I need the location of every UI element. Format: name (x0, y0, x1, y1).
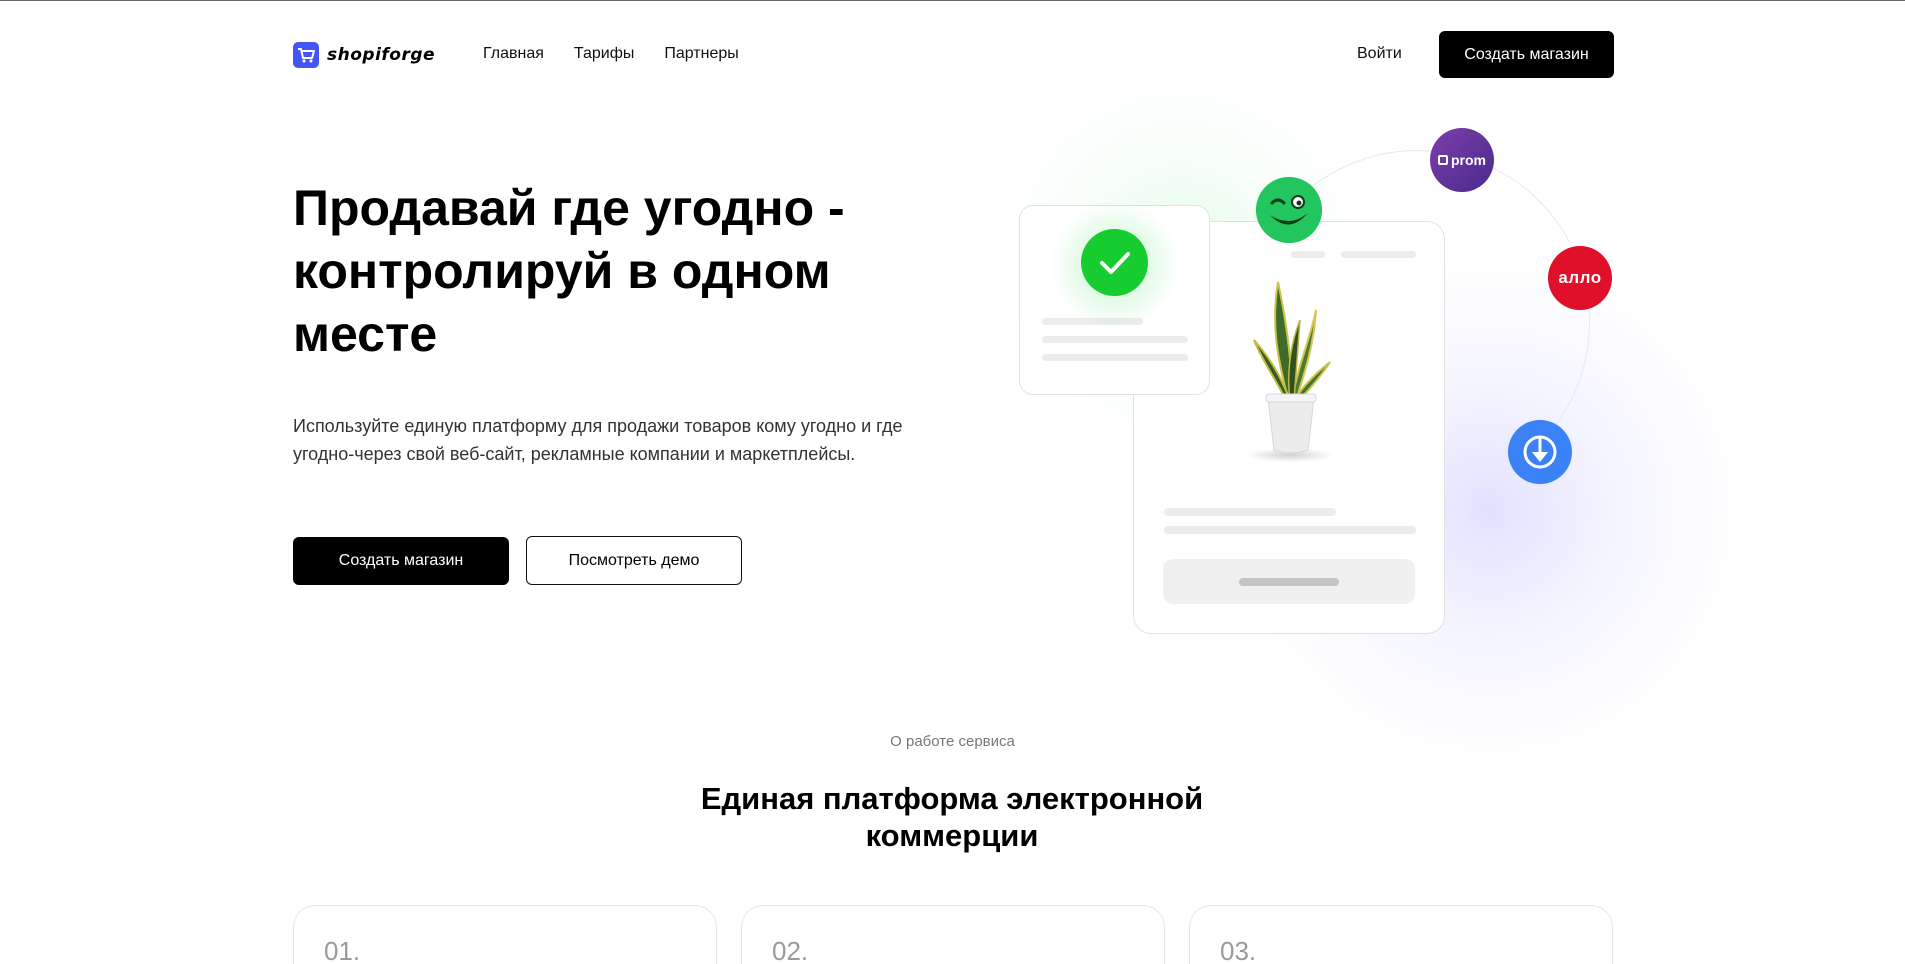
create-store-button[interactable]: Создать магазин (1439, 31, 1614, 78)
step-card-1: 01. (293, 905, 717, 964)
hero-create-store-button[interactable]: Создать магазин (293, 537, 509, 585)
login-link[interactable]: Войти (1357, 45, 1402, 63)
card-header-bar-short (1291, 251, 1325, 258)
nav-item-partners[interactable]: Партнеры (664, 45, 738, 63)
cart-logo-icon (293, 42, 319, 68)
confirmation-line-2 (1042, 336, 1188, 343)
step-number: 01. (324, 936, 361, 964)
prom-logo-badge: prom (1430, 128, 1494, 192)
logo[interactable]: shopiforge (293, 42, 435, 68)
allo-logo-badge: алло (1548, 246, 1612, 310)
step-number: 03. (1220, 936, 1257, 964)
view-demo-button[interactable]: Посмотреть демо (526, 536, 742, 585)
step-card-2: 02. (741, 905, 1165, 964)
section-title: Единая платформа электронной коммерции (700, 781, 1204, 853)
confirmation-line-3 (1042, 354, 1188, 361)
top-border (0, 0, 1905, 1)
product-title-placeholder (1164, 508, 1336, 516)
hero-subtitle: Используйте единую платформу для продажи… (293, 416, 903, 464)
nav-item-home[interactable]: Главная (483, 45, 544, 63)
logo-text: shopiforge (327, 45, 436, 65)
add-to-cart-placeholder (1163, 559, 1415, 604)
section-kicker: О работе сервиса (890, 733, 1015, 750)
cart-button-label-placeholder (1239, 578, 1339, 586)
card-header-bar-long (1341, 251, 1416, 258)
nav-item-pricing[interactable]: Тарифы (574, 45, 634, 63)
main-nav: Главная Тарифы Партнеры (483, 45, 739, 63)
product-desc-placeholder (1164, 526, 1416, 534)
prom-square-icon (1438, 155, 1448, 165)
epicentr-arrow-icon (1508, 420, 1572, 484)
plant-image (1253, 281, 1331, 454)
site-header: shopiforge Главная Тарифы Партнеры Войти… (293, 30, 1614, 78)
rozetka-smile-icon (1256, 177, 1322, 243)
step-number: 02. (772, 936, 809, 964)
prom-logo-text: prom (1451, 152, 1486, 168)
checkmark-icon (1081, 229, 1148, 296)
hero-title: Продавай где угодно - контролируй в одно… (293, 180, 845, 362)
allo-logo-text: алло (1558, 268, 1602, 287)
step-card-3: 03. (1189, 905, 1613, 964)
